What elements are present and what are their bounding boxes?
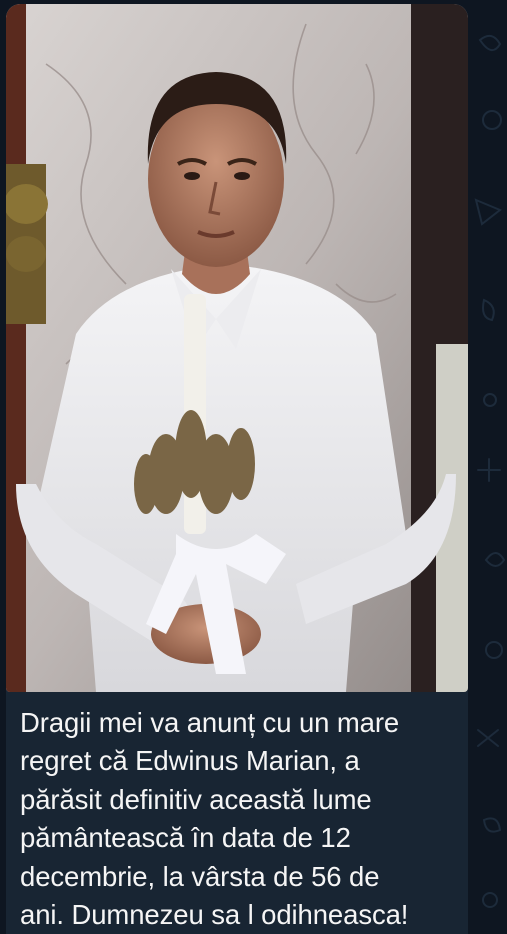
photo-image [6,4,468,692]
message-caption: Dragii mei va anunț cu un mare regret că… [20,707,409,931]
memorial-photo[interactable] [6,4,468,692]
message-bubble[interactable]: Dragii mei va anunț cu un mare regret că… [6,4,468,934]
